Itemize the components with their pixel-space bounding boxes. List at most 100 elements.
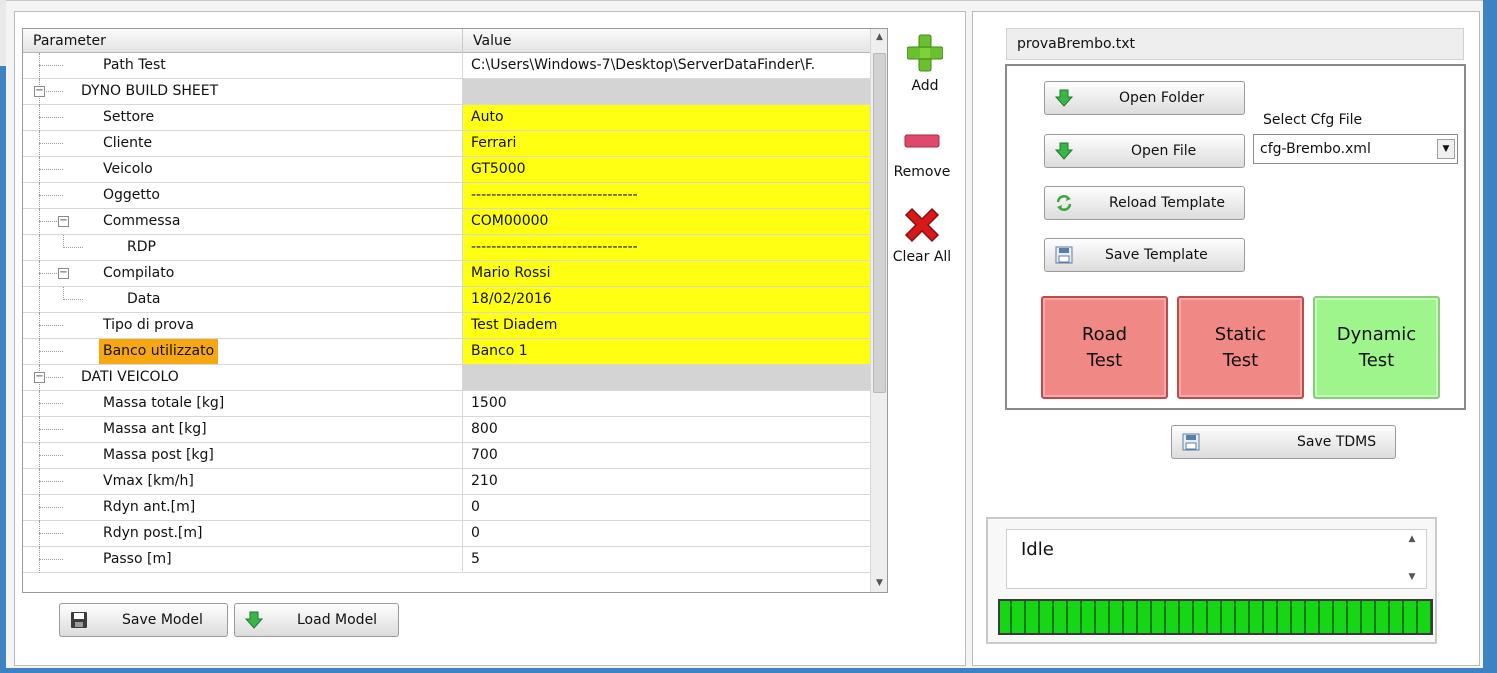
tree-row[interactable]: Cliente Ferrari: [23, 131, 871, 157]
parameter-cell[interactable]: Massa totale [kg]: [23, 391, 463, 417]
progress-segment: [1346, 601, 1348, 633]
parameter-cell[interactable]: Passo [m]: [23, 547, 463, 573]
tree-row[interactable]: Massa totale [kg] 1500: [23, 391, 871, 417]
parameter-cell[interactable]: Rdyn ant.[m]: [23, 495, 463, 521]
tree-row[interactable]: Tipo di prova Test Diadem: [23, 313, 871, 339]
parameter-cell[interactable]: Oggetto: [23, 183, 463, 209]
tree-row[interactable]: Oggetto ---------------------------------: [23, 183, 871, 209]
static-test-line2: Test: [1222, 349, 1259, 371]
value-cell[interactable]: C:\Users\Windows-7\Desktop\ServerDataFin…: [463, 53, 871, 78]
parameter-cell[interactable]: − DATI VEICOLO: [23, 365, 463, 391]
parameter-cell[interactable]: Data: [23, 287, 463, 313]
value-cell[interactable]: 5: [463, 547, 871, 572]
status-textbox[interactable]: Idle: [1006, 529, 1427, 589]
collapse-toggle-icon[interactable]: −: [34, 372, 45, 383]
tree-row[interactable]: Banco utilizzato Banco 1: [23, 339, 871, 365]
value-cell[interactable]: 800: [463, 417, 871, 442]
road-test-button[interactable]: Road Test: [1041, 296, 1168, 399]
tree-row[interactable]: RDP ---------------------------------: [23, 235, 871, 261]
parameter-cell[interactable]: − Compilato: [23, 261, 463, 287]
value-cell[interactable]: GT5000: [463, 157, 871, 182]
cfg-file-select[interactable]: cfg-Brembo.xml ▼: [1253, 134, 1458, 164]
tree-row[interactable]: − DYNO BUILD SHEET: [23, 79, 871, 105]
save-tdms-button[interactable]: Save TDMS: [1171, 425, 1396, 459]
parameter-cell[interactable]: Banco utilizzato: [23, 339, 463, 365]
parameter-cell[interactable]: RDP: [23, 235, 463, 261]
save-model-button[interactable]: Save Model: [59, 603, 228, 637]
value-cell[interactable]: 700: [463, 443, 871, 468]
value-cell[interactable]: Banco 1: [463, 339, 871, 364]
load-model-button[interactable]: Load Model: [234, 603, 399, 637]
collapse-toggle-icon[interactable]: −: [58, 268, 69, 279]
tree-row[interactable]: Rdyn ant.[m] 0: [23, 495, 871, 521]
tree-row[interactable]: Path Test C:\Users\Windows-7\Desktop\Serv…: [23, 53, 871, 79]
value-cell[interactable]: 1500: [463, 391, 871, 416]
parameter-label: Vmax [km/h]: [103, 473, 194, 489]
dropdown-arrow-icon[interactable]: ▼: [1437, 139, 1455, 159]
selected-file-field[interactable]: provaBrembo.txt: [1006, 28, 1464, 60]
progress-bar: [998, 599, 1433, 635]
value-cell[interactable]: COM00000: [463, 209, 871, 234]
parameter-tree[interactable]: Parameter Value Path Test C:\Users\Window…: [22, 28, 888, 593]
value-cell[interactable]: [463, 79, 871, 104]
tree-row[interactable]: Passo [m] 5: [23, 547, 871, 573]
value-cell[interactable]: Test Diadem: [463, 313, 871, 338]
static-test-button[interactable]: Static Test: [1177, 296, 1304, 399]
status-scrollbar[interactable]: ▲ ▼: [1398, 530, 1426, 588]
green-down-arrow-icon: [1055, 89, 1073, 107]
remove-button[interactable]: Remove: [882, 134, 962, 180]
collapse-toggle-icon[interactable]: −: [34, 86, 45, 97]
tree-row[interactable]: Rdyn post.[m] 0: [23, 521, 871, 547]
parameter-cell[interactable]: − Commessa: [23, 209, 463, 235]
open-folder-button[interactable]: Open Folder: [1044, 81, 1245, 115]
parameter-label: DATI VEICOLO: [81, 369, 179, 385]
value-cell[interactable]: Mario Rossi: [463, 261, 871, 286]
add-button[interactable]: Add: [885, 33, 965, 94]
parameter-cell[interactable]: Path Test: [23, 53, 463, 79]
parameter-label: Massa post [kg]: [103, 447, 214, 463]
dynamic-test-button[interactable]: Dynamic Test: [1313, 296, 1440, 399]
value-cell[interactable]: 18/02/2016: [463, 287, 871, 312]
value-cell[interactable]: Ferrari: [463, 131, 871, 156]
reload-template-button[interactable]: Reload Template: [1044, 186, 1245, 220]
value-cell[interactable]: ---------------------------------: [463, 235, 871, 260]
tree-row[interactable]: Settore Auto: [23, 105, 871, 131]
parameter-cell[interactable]: Veicolo: [23, 157, 463, 183]
parameter-cell[interactable]: Vmax [km/h]: [23, 469, 463, 495]
tree-scrollbar[interactable]: ▲ ▼: [870, 29, 887, 592]
parameter-cell[interactable]: Settore: [23, 105, 463, 131]
scroll-down-arrow-icon[interactable]: ▼: [871, 575, 887, 592]
parameter-cell[interactable]: Rdyn post.[m]: [23, 521, 463, 547]
tree-row[interactable]: Massa ant [kg] 800: [23, 417, 871, 443]
value-cell[interactable]: ---------------------------------: [463, 183, 871, 208]
tree-guide-line: [39, 183, 40, 209]
parameter-cell[interactable]: Tipo di prova: [23, 313, 463, 339]
scroll-up-arrow-icon[interactable]: ▲: [1398, 530, 1426, 548]
tree-row[interactable]: Vmax [km/h] 210: [23, 469, 871, 495]
static-test-line1: Static: [1214, 323, 1267, 345]
tree-row[interactable]: − Commessa COM00000: [23, 209, 871, 235]
collapse-toggle-icon[interactable]: −: [58, 216, 69, 227]
column-header-parameter[interactable]: Parameter: [23, 29, 463, 53]
tree-row[interactable]: − Compilato Mario Rossi: [23, 261, 871, 287]
scroll-down-arrow-icon[interactable]: ▼: [1398, 568, 1426, 586]
save-tdms-label: Save TDMS: [1297, 434, 1377, 450]
clear-all-button[interactable]: Clear All: [882, 203, 962, 265]
parameter-cell[interactable]: − DYNO BUILD SHEET: [23, 79, 463, 105]
save-template-button[interactable]: Save Template: [1044, 238, 1245, 272]
parameter-cell[interactable]: Cliente: [23, 131, 463, 157]
tree-row[interactable]: − DATI VEICOLO: [23, 365, 871, 391]
tree-row[interactable]: Veicolo GT5000: [23, 157, 871, 183]
value-cell[interactable]: 0: [463, 495, 871, 520]
value-cell[interactable]: 210: [463, 469, 871, 494]
parameter-label: Rdyn post.[m]: [103, 525, 203, 541]
parameter-cell[interactable]: Massa ant [kg]: [23, 417, 463, 443]
tree-row[interactable]: Data 18/02/2016: [23, 287, 871, 313]
parameter-cell[interactable]: Massa post [kg]: [23, 443, 463, 469]
value-cell[interactable]: [463, 365, 871, 390]
column-header-value[interactable]: Value: [463, 29, 871, 53]
value-cell[interactable]: Auto: [463, 105, 871, 130]
tree-row[interactable]: Massa post [kg] 700: [23, 443, 871, 469]
open-file-button[interactable]: Open File: [1044, 134, 1245, 168]
value-cell[interactable]: 0: [463, 521, 871, 546]
